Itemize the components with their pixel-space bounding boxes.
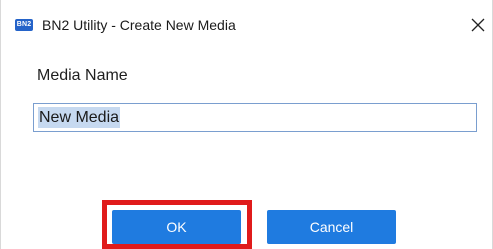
window-title: BN2 Utility - Create New Media: [42, 17, 236, 33]
cancel-button[interactable]: Cancel: [267, 210, 396, 244]
dialog-window: BN2 BN2 Utility - Create New Media Media…: [0, 0, 493, 249]
close-button[interactable]: [462, 10, 493, 40]
media-name-label: Media Name: [37, 67, 128, 84]
media-name-input[interactable]: New Media: [33, 103, 477, 132]
app-logo-icon: BN2: [15, 19, 33, 31]
media-name-value: New Media: [38, 107, 121, 128]
close-icon: [471, 18, 485, 32]
title-bar[interactable]: BN2 BN2 Utility - Create New Media: [1, 0, 493, 38]
ok-highlight-annotation: [102, 200, 252, 249]
